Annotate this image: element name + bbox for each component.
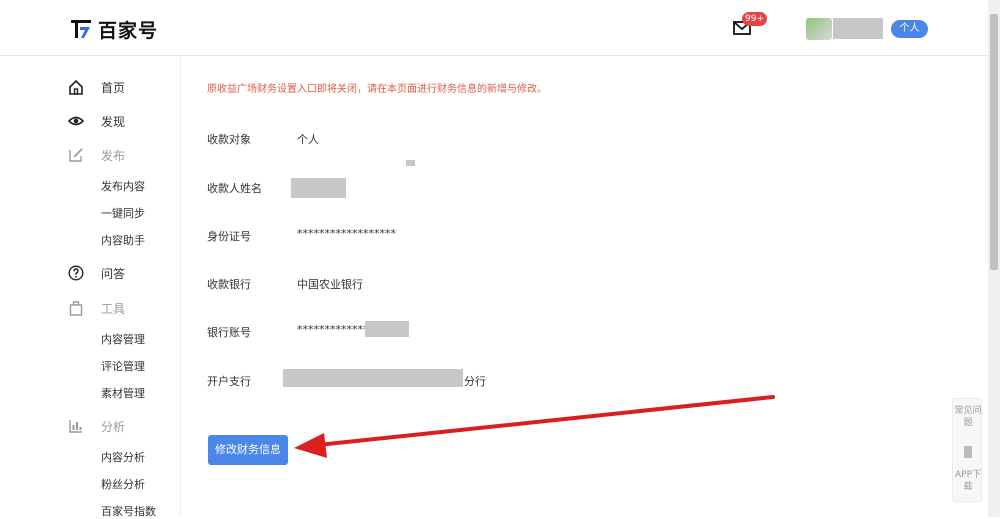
- avatar[interactable]: [806, 18, 832, 40]
- account-redacted: [365, 321, 409, 337]
- sidebar-subitem-material-manage[interactable]: 素材管理: [101, 385, 145, 401]
- floating-toolbar: 常见问题 APP下载: [952, 398, 982, 502]
- bag-icon: [69, 301, 83, 316]
- field-label-payee-name: 收款人姓名: [207, 182, 262, 195]
- phone-icon: [964, 446, 972, 458]
- modify-finance-button[interactable]: 修改财务信息: [208, 435, 288, 465]
- user-name-redacted[interactable]: [833, 18, 883, 39]
- top-header: 百家号 99+ 个人: [0, 0, 988, 56]
- field-value-payee-type: 个人: [297, 133, 319, 146]
- payee-name-redacted: [291, 178, 346, 198]
- edit-icon: [69, 148, 83, 162]
- field-label-id-number: 身份证号: [207, 230, 251, 243]
- sidebar: 首页 发现 发布 发布内容 一键同步 内容助手 问答 工具 内容管理 评论管理 …: [0, 57, 181, 518]
- sidebar-subitem-sync[interactable]: 一键同步: [101, 205, 145, 221]
- notice-text: 原收益广场财务设置入口即将关闭，请在本页面进行财务信息的新增与修改。: [207, 84, 547, 95]
- role-badge[interactable]: 个人: [891, 20, 928, 38]
- home-icon: [69, 79, 83, 95]
- sidebar-item-tools[interactable]: 工具: [0, 295, 181, 321]
- baijiahao-logo-icon: [71, 20, 91, 38]
- sidebar-subitem-publish-content[interactable]: 发布内容: [101, 178, 145, 194]
- question-icon: [68, 265, 84, 281]
- logo-text: 百家号: [98, 19, 159, 42]
- field-value-id-number: ******************: [297, 227, 396, 240]
- branch-redacted: [283, 369, 463, 387]
- sidebar-item-publish[interactable]: 发布: [0, 142, 181, 168]
- sidebar-item-label: 工具: [101, 301, 126, 316]
- sidebar-item-label: 首页: [101, 80, 126, 95]
- sidebar-subitem-comment-manage[interactable]: 评论管理: [101, 358, 145, 374]
- eye-icon: [68, 116, 84, 126]
- sidebar-subitem-content-analysis[interactable]: 内容分析: [101, 449, 145, 465]
- chart-icon: [69, 420, 82, 433]
- field-value-branch: 分行: [464, 375, 486, 388]
- sidebar-item-discover[interactable]: 发现: [0, 108, 181, 134]
- sidebar-item-label: 发布: [101, 148, 126, 163]
- faq-link[interactable]: 常见问题: [953, 405, 983, 429]
- field-label-bank: 收款银行: [207, 278, 251, 291]
- sidebar-item-qa[interactable]: 问答: [0, 260, 181, 286]
- field-value-bank: 中国农业银行: [297, 278, 363, 291]
- sidebar-item-label: 问答: [101, 266, 126, 281]
- mail-badge: 99+: [742, 12, 767, 26]
- app-download-link[interactable]: APP下载: [953, 469, 983, 493]
- sidebar-item-home[interactable]: 首页: [0, 74, 181, 100]
- baijiahao-logo[interactable]: 百家号: [70, 17, 159, 42]
- sidebar-item-label: 发现: [101, 114, 126, 129]
- sidebar-item-label: 分析: [101, 419, 126, 434]
- field-label-branch: 开户支行: [207, 375, 251, 388]
- sidebar-item-analysis[interactable]: 分析: [0, 413, 181, 439]
- sidebar-subitem-fans-analysis[interactable]: 粉丝分析: [101, 476, 145, 492]
- scrollbar-thumb[interactable]: [990, 14, 998, 270]
- sidebar-subitem-content-manage[interactable]: 内容管理: [101, 331, 145, 347]
- redacted-mark: [406, 160, 415, 166]
- sidebar-subitem-assistant[interactable]: 内容助手: [101, 232, 145, 248]
- field-label-account: 银行账号: [207, 326, 251, 339]
- field-label-payee-type: 收款对象: [207, 133, 251, 146]
- field-value-account: **************: [297, 323, 374, 336]
